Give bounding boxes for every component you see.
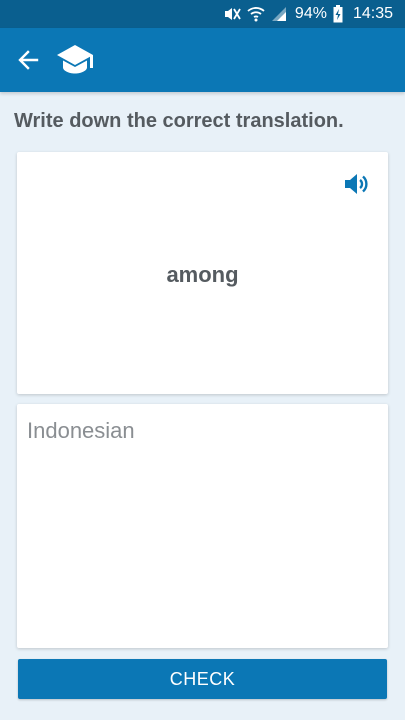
battery-percentage: 94% bbox=[294, 5, 327, 22]
graduation-cap-icon bbox=[57, 45, 93, 74]
back-arrow-icon bbox=[18, 50, 39, 70]
translation-input[interactable] bbox=[17, 404, 388, 648]
status-time: 14:35 bbox=[352, 5, 393, 22]
instruction-text: Write down the correct translation. bbox=[14, 110, 344, 132]
back-button[interactable] bbox=[10, 42, 46, 78]
answer-card bbox=[17, 404, 388, 648]
speaker-icon[interactable] bbox=[344, 172, 370, 196]
mute-icon bbox=[223, 6, 241, 22]
signal-icon bbox=[271, 6, 287, 22]
battery-charging-icon bbox=[333, 5, 343, 23]
status-bar: 94% 14:35 bbox=[0, 0, 405, 28]
source-word: among bbox=[166, 262, 239, 287]
app-bar bbox=[0, 28, 405, 92]
check-button[interactable]: CHECK bbox=[18, 659, 387, 699]
word-card: among bbox=[17, 152, 388, 394]
wifi-icon bbox=[247, 6, 265, 22]
